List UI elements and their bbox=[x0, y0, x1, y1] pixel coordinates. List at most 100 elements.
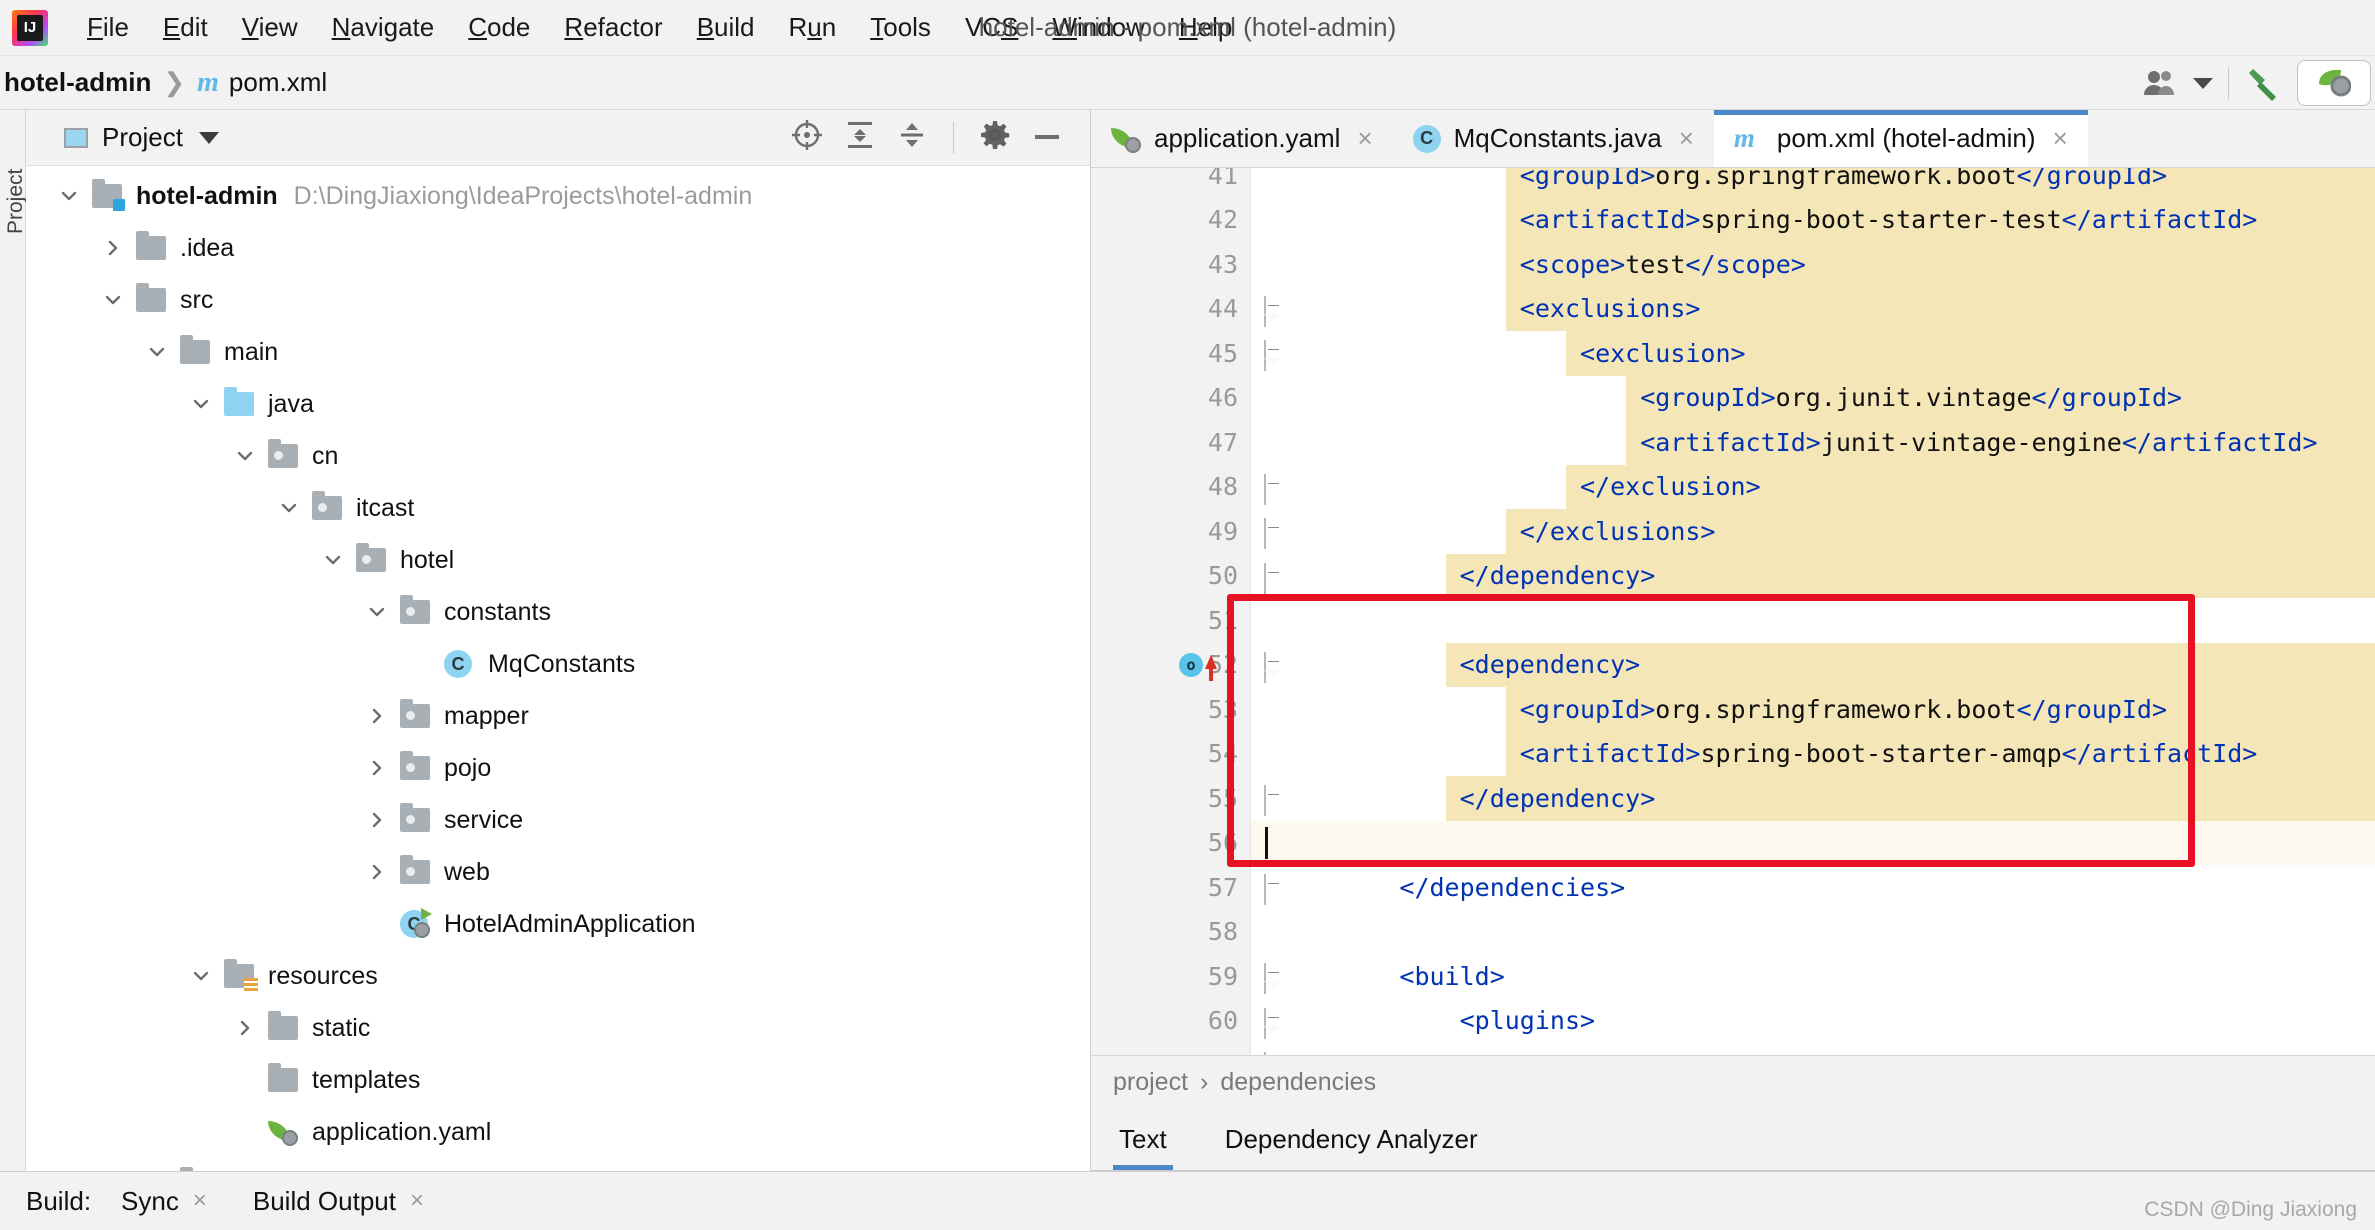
gutter-line-57[interactable]: 57 bbox=[1091, 865, 1266, 910]
collapse-all-icon[interactable] bbox=[897, 120, 927, 155]
code-line-58[interactable] bbox=[1251, 910, 2375, 955]
gutter-line-43[interactable]: 43 bbox=[1091, 242, 1250, 287]
project-tree[interactable]: hotel-admin D:\DingJiaxiong\IdeaProjects\… bbox=[26, 166, 1090, 1171]
menu-item-refactor[interactable]: Refactor bbox=[547, 10, 679, 45]
tree-expand-arrow[interactable] bbox=[56, 183, 82, 209]
close-icon[interactable]: × bbox=[1357, 123, 1372, 154]
gutter-line-44[interactable]: 44 bbox=[1091, 287, 1282, 332]
editor-tab-application[interactable]: application.yaml × bbox=[1091, 110, 1393, 167]
tree-node-service[interactable]: service bbox=[26, 794, 1090, 846]
code-line-47[interactable]: <artifactId>junit-vintage-engine</artifa… bbox=[1251, 420, 2375, 465]
tree-node-pojo[interactable]: pojo bbox=[26, 742, 1090, 794]
gutter-line-51[interactable]: 51 bbox=[1091, 598, 1250, 643]
tool-window-button-project[interactable]: Project bbox=[4, 114, 28, 234]
gutter-line-50[interactable]: 50 bbox=[1091, 554, 1266, 599]
hammer-build-icon[interactable] bbox=[2237, 60, 2289, 106]
gutter-line-41[interactable]: 41 bbox=[1091, 168, 1250, 198]
users-icon[interactable] bbox=[2134, 60, 2186, 106]
menu-item-tools[interactable]: Tools bbox=[853, 10, 948, 45]
gutter-line-53[interactable]: 53 bbox=[1091, 687, 1250, 732]
editor-breadcrumb-dependencies[interactable]: dependencies bbox=[1220, 1068, 1376, 1097]
tree-node-test[interactable]: test bbox=[26, 1158, 1090, 1171]
gutter-line-56[interactable]: 56 bbox=[1091, 821, 1250, 866]
menu-item-edit[interactable]: Edit bbox=[146, 10, 225, 45]
editor-breadcrumb-project[interactable]: project bbox=[1113, 1068, 1188, 1097]
code-line-57[interactable]: </dependencies> bbox=[1251, 865, 2375, 910]
gutter-line-52[interactable]: 52 o bbox=[1091, 643, 1282, 688]
gutter-line-47[interactable]: 47 bbox=[1091, 420, 1250, 465]
tree-node-mqconstants[interactable]: C MqConstants bbox=[26, 638, 1090, 690]
menu-item-run[interactable]: Run bbox=[772, 10, 854, 45]
close-icon[interactable]: × bbox=[193, 1187, 207, 1215]
tree-expand-arrow[interactable] bbox=[144, 339, 170, 365]
breadcrumb-file[interactable]: pom.xml bbox=[229, 67, 327, 98]
gutter-line-49[interactable]: 49 bbox=[1091, 509, 1266, 554]
tree-expand-arrow[interactable] bbox=[232, 443, 258, 469]
tree-node-templates[interactable]: templates bbox=[26, 1054, 1090, 1106]
tree-node-mapper[interactable]: mapper bbox=[26, 690, 1090, 742]
tree-node-cn[interactable]: cn bbox=[26, 430, 1090, 482]
tree-expand-arrow[interactable] bbox=[364, 755, 390, 781]
tree-expand-arrow[interactable] bbox=[364, 703, 390, 729]
code-line-51[interactable] bbox=[1251, 598, 2375, 643]
gear-icon[interactable] bbox=[980, 120, 1010, 155]
code-line-54[interactable]: <artifactId>spring-boot-starter-amqp</ar… bbox=[1251, 731, 2375, 776]
tree-node-hotel[interactable]: hotel bbox=[26, 534, 1090, 586]
menu-item-view[interactable]: View bbox=[225, 10, 315, 45]
tree-node-itcast[interactable]: itcast bbox=[26, 482, 1090, 534]
code-line-55[interactable]: </dependency> bbox=[1251, 776, 2375, 821]
minimize-icon[interactable] bbox=[1032, 129, 1062, 147]
chevron-down-icon[interactable] bbox=[2186, 60, 2220, 106]
menu-item-build[interactable]: Build bbox=[680, 10, 772, 45]
editor-bottom-tab-dependency-analyzer[interactable]: Dependency Analyzer bbox=[1219, 1109, 1484, 1170]
code-line-42[interactable]: <artifactId>spring-boot-starter-test</ar… bbox=[1251, 197, 2375, 242]
close-icon[interactable]: × bbox=[2053, 123, 2068, 154]
locate-target-icon[interactable] bbox=[791, 119, 823, 156]
gutter-line-59[interactable]: 59 bbox=[1091, 954, 1282, 999]
tree-expand-arrow[interactable] bbox=[188, 963, 214, 989]
tree-node-hoteladminapplication[interactable]: C HotelAdminApplication bbox=[26, 898, 1090, 950]
tree-node-main[interactable]: main bbox=[26, 326, 1090, 378]
tree-node-constants[interactable]: constants bbox=[26, 586, 1090, 638]
code-line-49[interactable]: </exclusions> bbox=[1251, 509, 2375, 554]
code-line-52[interactable]: <dependency> bbox=[1251, 642, 2375, 687]
code-line-46[interactable]: <groupId>org.junit.vintage</groupId> bbox=[1251, 375, 2375, 420]
gutter-line-54[interactable]: 54 bbox=[1091, 732, 1250, 777]
gutter-line-55[interactable]: 55 bbox=[1091, 776, 1266, 821]
editor-gutter[interactable]: 41 42 43 44 45 46 47 48 49 50 51 52 o 53 54 55 56 57 58 59 6… bbox=[1091, 168, 1282, 1055]
gutter-line-48[interactable]: 48 bbox=[1091, 465, 1266, 510]
gutter-line-42[interactable]: 42 bbox=[1091, 198, 1250, 243]
code-editor[interactable]: 41 42 43 44 45 46 47 48 49 50 51 52 o 53 54 55 56 57 58 59 6… bbox=[1091, 168, 2375, 1055]
gutter-line-58[interactable]: 58 bbox=[1091, 910, 1250, 955]
tree-node-src[interactable]: src bbox=[26, 274, 1090, 326]
code-line-56[interactable] bbox=[1251, 821, 2375, 866]
tree-expand-arrow[interactable] bbox=[364, 599, 390, 625]
tree-expand-arrow[interactable] bbox=[320, 547, 346, 573]
tree-expand-arrow[interactable] bbox=[100, 287, 126, 313]
gutter-line-61[interactable]: 61 bbox=[1091, 1043, 1266, 1055]
tree-expand-arrow[interactable] bbox=[232, 1015, 258, 1041]
project-panel-title-group[interactable]: Project bbox=[64, 122, 221, 153]
code-line-41[interactable]: <groupId>org.springframework.boot</group… bbox=[1251, 168, 2375, 198]
tree-node-resources[interactable]: resources bbox=[26, 950, 1090, 1002]
close-icon[interactable]: × bbox=[410, 1187, 424, 1215]
tree-node-static[interactable]: static bbox=[26, 1002, 1090, 1054]
breakpoint-navigate-icon[interactable]: o bbox=[1179, 652, 1217, 681]
tree-expand-arrow[interactable] bbox=[364, 807, 390, 833]
close-icon[interactable]: × bbox=[1679, 123, 1694, 154]
editor-tab-mqconstants[interactable]: C MqConstants.java × bbox=[1393, 110, 1714, 167]
gutter-line-60[interactable]: 60 bbox=[1091, 999, 1282, 1044]
code-line-43[interactable]: <scope>test</scope> bbox=[1251, 242, 2375, 287]
tree-expand-arrow[interactable] bbox=[100, 235, 126, 261]
code-line-45[interactable]: <exclusion> bbox=[1251, 331, 2375, 376]
chevron-down-icon[interactable] bbox=[197, 130, 221, 145]
code-line-61[interactable]: <plugin> bbox=[1251, 1043, 2375, 1055]
code-line-60[interactable]: <plugins> bbox=[1251, 999, 2375, 1044]
code-line-44[interactable]: <exclusions> bbox=[1251, 286, 2375, 331]
gutter-line-46[interactable]: 46 bbox=[1091, 376, 1250, 421]
tree-expand-arrow[interactable] bbox=[364, 859, 390, 885]
status-item-sync[interactable]: Sync × bbox=[121, 1186, 207, 1217]
tree-node-application-yaml[interactable]: application.yaml bbox=[26, 1106, 1090, 1158]
tree-node--idea[interactable]: .idea bbox=[26, 222, 1090, 274]
code-line-48[interactable]: </exclusion> bbox=[1251, 464, 2375, 509]
